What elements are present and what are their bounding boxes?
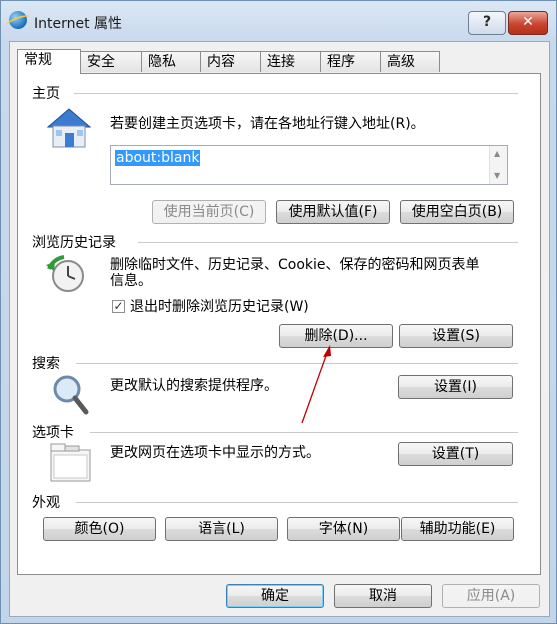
internet-options-window: Internet 属性 ? ✕ 常规 安全 隐私 内容 连接 程序 高级 主页 …: [0, 0, 557, 624]
annotation-arrow: [301, 345, 331, 424]
tab-general[interactable]: 常规: [17, 49, 81, 74]
